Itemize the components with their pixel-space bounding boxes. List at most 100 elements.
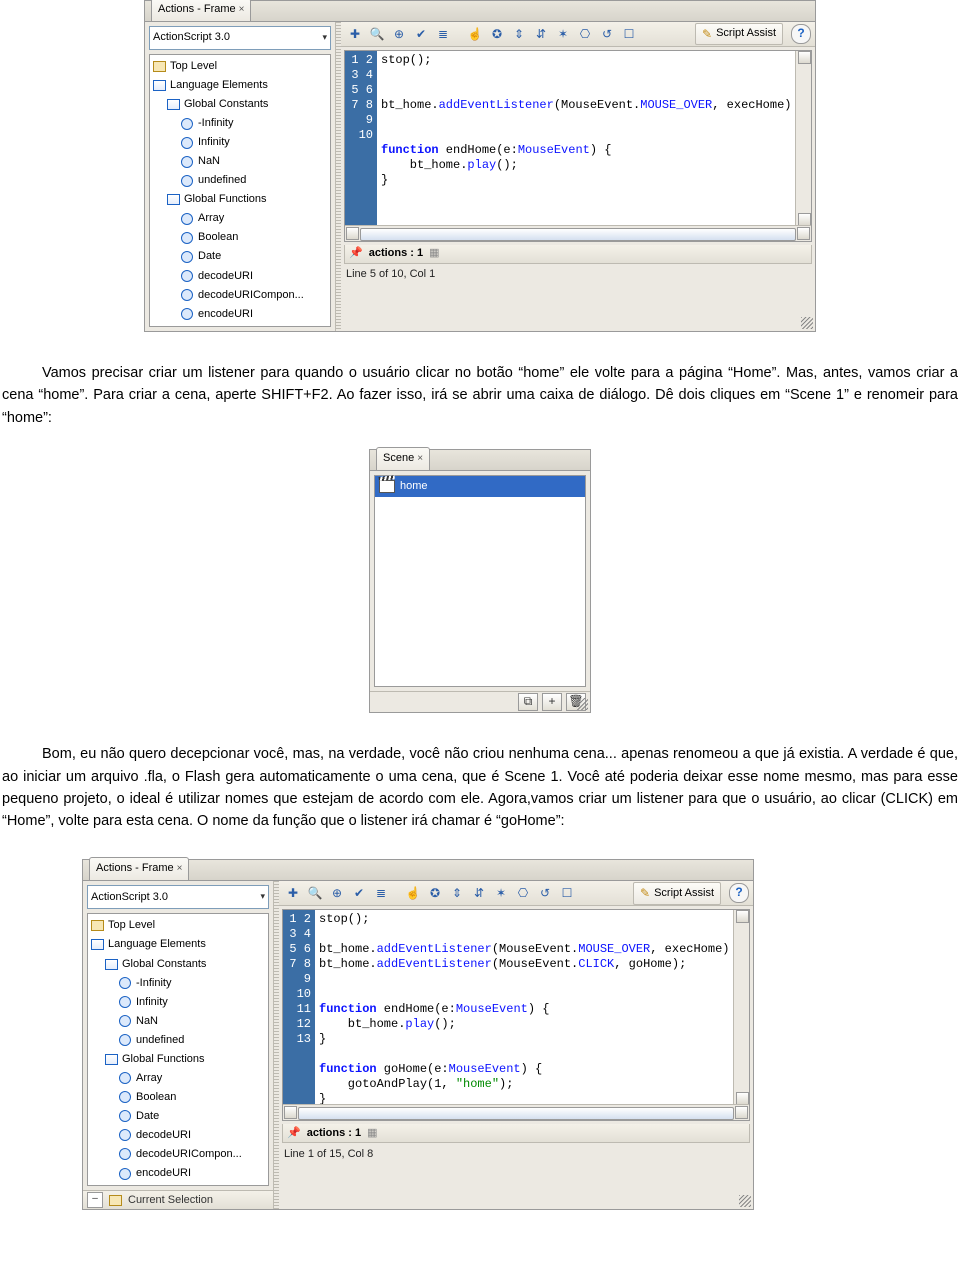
code-text[interactable]: stop(); bt_home.addEventListener(MouseEv…: [315, 910, 749, 1120]
tree-row[interactable]: Global Constants: [150, 95, 330, 114]
uncomment-icon[interactable]: ⎔: [513, 883, 533, 903]
add-snippet-icon[interactable]: ✚: [345, 24, 365, 44]
target-icon[interactable]: ⊕: [389, 24, 409, 44]
tab-scene[interactable]: Scene ×: [376, 447, 430, 470]
panel-tabbar: Scene ×: [370, 450, 590, 471]
tree-row[interactable]: encodeURI: [88, 1164, 268, 1183]
tree-row[interactable]: decodeURI: [88, 1126, 268, 1145]
tree-row[interactable]: encodeURI: [150, 305, 330, 324]
check-syntax-icon[interactable]: ✔: [411, 24, 431, 44]
tab-close-icon[interactable]: ×: [177, 861, 183, 877]
tree-row[interactable]: Language Elements: [150, 76, 330, 95]
code-editor[interactable]: 1 2 3 4 5 6 7 8 9 10 stop(); bt_home.add…: [344, 50, 812, 242]
package-icon: [109, 1195, 122, 1206]
add-snippet-icon[interactable]: ✚: [283, 883, 303, 903]
script-assist-button[interactable]: ✎ Script Assist: [633, 882, 721, 905]
duplicate-scene-button[interactable]: ⧉: [518, 693, 538, 711]
tree-row-label: decodeURI: [136, 1127, 191, 1144]
tree-row[interactable]: Array: [150, 209, 330, 228]
api-tree[interactable]: Top LevelLanguage ElementsGlobal Constan…: [149, 54, 331, 327]
language-dropdown[interactable]: ActionScript 3.0 ▾: [149, 26, 331, 50]
constant-icon: [118, 977, 132, 989]
scene-list[interactable]: home: [374, 475, 586, 687]
book-icon: [104, 1053, 118, 1065]
script-assist-button[interactable]: ✎ Script Assist: [695, 23, 783, 46]
tree-row[interactable]: Global Constants: [88, 955, 268, 974]
tree-row[interactable]: Date: [150, 247, 330, 266]
tree-row[interactable]: -Infinity: [150, 114, 330, 133]
tree-row[interactable]: Language Elements: [88, 935, 268, 954]
debug-icon[interactable]: ✪: [425, 883, 445, 903]
wrap-icon[interactable]: ↺: [535, 883, 555, 903]
add-scene-button[interactable]: +: [542, 693, 562, 711]
options-icon[interactable]: ☐: [557, 883, 577, 903]
tree-row[interactable]: undefined: [150, 171, 330, 190]
expand-icon[interactable]: ⇵: [531, 24, 551, 44]
resize-grip[interactable]: [801, 317, 813, 329]
tree-row[interactable]: Infinity: [150, 133, 330, 152]
options-icon[interactable]: ☐: [619, 24, 639, 44]
expand-icon[interactable]: ⇵: [469, 883, 489, 903]
tree-row[interactable]: decodeURI: [150, 267, 330, 286]
target-icon[interactable]: ⊕: [327, 883, 347, 903]
current-selection-bar[interactable]: – Current Selection: [83, 1190, 273, 1209]
pin-label: actions : 1: [307, 1125, 361, 1142]
tab-close-icon[interactable]: ×: [417, 451, 423, 467]
tree-row[interactable]: NaN: [88, 1012, 268, 1031]
resize-grip[interactable]: [739, 1195, 751, 1207]
constant-icon: [118, 1110, 132, 1122]
collapse-icon[interactable]: ⇕: [447, 883, 467, 903]
auto-format-icon[interactable]: ≣: [433, 24, 453, 44]
tree-row-label: Top Level: [108, 917, 155, 934]
comment-icon[interactable]: ✶: [491, 883, 511, 903]
language-dropdown[interactable]: ActionScript 3.0 ▾: [87, 885, 269, 909]
constant-icon: [118, 1091, 132, 1103]
tree-row[interactable]: undefined: [88, 1031, 268, 1050]
tree-row[interactable]: Array: [88, 1069, 268, 1088]
tab-close-icon[interactable]: ×: [239, 2, 245, 18]
pin-icon[interactable]: 📌: [349, 245, 363, 262]
tree-row[interactable]: Top Level: [150, 57, 330, 76]
tree-row[interactable]: -Infinity: [88, 974, 268, 993]
debug-icon[interactable]: ✪: [487, 24, 507, 44]
help-icon[interactable]: ?: [729, 883, 749, 903]
show-code-hint-icon[interactable]: ☝: [403, 883, 423, 903]
tree-row[interactable]: Date: [88, 1107, 268, 1126]
tab-actions-frame[interactable]: Actions - Frame ×: [151, 0, 251, 21]
uncomment-icon[interactable]: ⎔: [575, 24, 595, 44]
find-icon[interactable]: 🔍: [367, 24, 387, 44]
tab-actions-frame[interactable]: Actions - Frame ×: [89, 857, 189, 880]
tree-row[interactable]: decodeURICompon...: [88, 1145, 268, 1164]
collapse-icon[interactable]: ⇕: [509, 24, 529, 44]
horizontal-scrollbar[interactable]: [345, 225, 811, 241]
show-code-hint-icon[interactable]: ☝: [465, 24, 485, 44]
tree-row[interactable]: Boolean: [88, 1088, 268, 1107]
auto-format-icon[interactable]: ≣: [371, 883, 391, 903]
code-column: ✚ 🔍 ⊕ ✔ ≣ ☝ ✪ ⇕ ⇵ ✶ ⎔ ↺ ☐ ✎ Script Assis…: [279, 881, 753, 1209]
comment-icon[interactable]: ✶: [553, 24, 573, 44]
tree-row[interactable]: NaN: [150, 152, 330, 171]
tree-row[interactable]: Global Functions: [150, 190, 330, 209]
wrap-icon[interactable]: ↺: [597, 24, 617, 44]
scene-row-home[interactable]: home: [375, 476, 585, 497]
pin-icon[interactable]: 📌: [287, 1125, 301, 1142]
current-selection-label: Current Selection: [128, 1192, 213, 1209]
api-tree[interactable]: Top LevelLanguage ElementsGlobal Constan…: [87, 913, 269, 1186]
tree-row[interactable]: Top Level: [88, 916, 268, 935]
code-editor[interactable]: 1 2 3 4 5 6 7 8 9 10 11 12 13 stop(); bt…: [282, 909, 750, 1121]
tree-row-label: Boolean: [198, 229, 238, 246]
find-icon[interactable]: 🔍: [305, 883, 325, 903]
tree-row[interactable]: Infinity: [88, 993, 268, 1012]
tree-row[interactable]: Boolean: [150, 228, 330, 247]
horizontal-scrollbar[interactable]: [283, 1104, 749, 1120]
tree-row[interactable]: decodeURICompon...: [150, 286, 330, 305]
vertical-scrollbar[interactable]: [733, 910, 749, 1105]
resize-grip[interactable]: [576, 698, 588, 710]
vertical-scrollbar[interactable]: [795, 51, 811, 226]
tree-row[interactable]: Global Functions: [88, 1050, 268, 1069]
check-syntax-icon[interactable]: ✔: [349, 883, 369, 903]
collapse-section-icon[interactable]: –: [87, 1192, 103, 1208]
code-text[interactable]: stop(); bt_home.addEventListener(MouseEv…: [377, 51, 811, 241]
tree-row-label: Infinity: [198, 134, 230, 151]
help-icon[interactable]: ?: [791, 24, 811, 44]
